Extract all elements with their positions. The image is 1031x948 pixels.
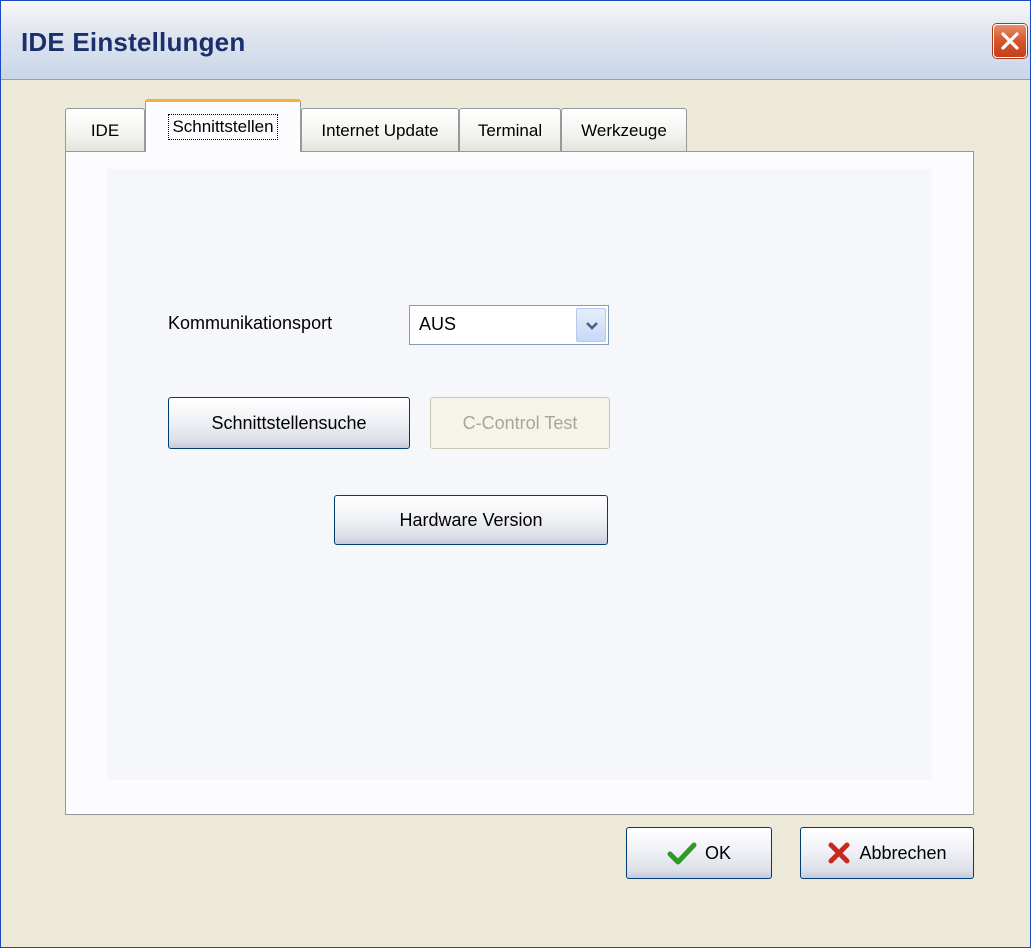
ok-button[interactable]: OK [626, 827, 772, 879]
port-select-value: AUS [419, 314, 457, 334]
cancel-button[interactable]: Abbrechen [800, 827, 974, 879]
tab-schnittstellen[interactable]: Schnittstellen [145, 99, 301, 152]
interface-search-label: Schnittstellensuche [211, 412, 367, 433]
close-button[interactable] [993, 24, 1027, 58]
hardware-version-button[interactable]: Hardware Version [334, 495, 608, 545]
cancel-label: Abbrechen [859, 842, 947, 863]
interface-search-button[interactable]: Schnittstellensuche [168, 397, 410, 449]
tab-panel-schnittstellen [65, 151, 974, 815]
tab-internet-update[interactable]: Internet Update [301, 108, 459, 152]
tab-label: Schnittstellen [168, 114, 278, 140]
ok-label: OK [704, 842, 731, 863]
tab-label: Terminal [477, 120, 543, 140]
c-control-test-label: C-Control Test [462, 412, 578, 433]
tab-werkzeuge[interactable]: Werkzeuge [561, 108, 687, 152]
tab-ide[interactable]: IDE [65, 108, 145, 152]
window-title: IDE Einstellungen [21, 27, 246, 57]
port-label: Kommunikationsport [168, 313, 333, 333]
tab-label: Werkzeuge [581, 120, 667, 140]
hardware-version-label: Hardware Version [399, 509, 543, 530]
checkmark-icon [667, 841, 697, 865]
tab-label: Internet Update [321, 120, 439, 140]
title-bar[interactable]: IDE Einstellungen [1, 1, 1030, 80]
c-control-test-button[interactable]: C-Control Test [430, 397, 610, 449]
settings-dialog: IDE Einstellungen IDE Schnittstellen Int… [0, 0, 1031, 948]
cross-icon [827, 841, 851, 865]
close-icon [1001, 32, 1019, 50]
port-select-dropdown-button[interactable] [576, 308, 606, 342]
port-select[interactable]: AUS [409, 305, 609, 345]
panel-content-area [107, 169, 932, 780]
tab-label: IDE [90, 120, 120, 140]
chevron-down-icon [586, 322, 598, 330]
tab-terminal[interactable]: Terminal [459, 108, 561, 152]
